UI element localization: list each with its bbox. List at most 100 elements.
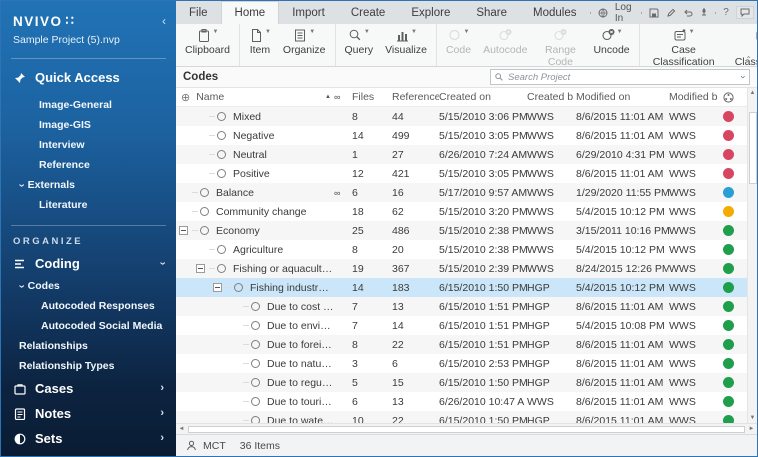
sidebar-item-coding[interactable]: Coding›: [1, 251, 176, 276]
sidebar-item-codes[interactable]: ›Codes: [1, 276, 176, 296]
chevron-right-icon[interactable]: ›: [160, 408, 164, 419]
sidebar-item-interview[interactable]: Interview: [1, 135, 176, 155]
tab-file[interactable]: File: [176, 1, 221, 24]
tab-import[interactable]: Import: [279, 1, 338, 24]
cell-modified-on: 8/6/2015 11:01 AM: [576, 396, 669, 408]
table-row[interactable]: Agriculture8205/15/2010 2:38 PMWWS5/4/20…: [176, 240, 747, 259]
column-header-reference[interactable]: Reference: [392, 91, 439, 103]
cell-color: [717, 263, 739, 274]
scroll-right-icon[interactable]: ►: [746, 424, 757, 434]
code-node-icon: [217, 150, 226, 159]
table-row[interactable]: Positive124215/15/2010 3:05 PMWWS8/6/201…: [176, 164, 747, 183]
cell-modified-by: WWS: [669, 282, 717, 294]
table-row[interactable]: Community change18625/15/2010 3:20 PMWWS…: [176, 202, 747, 221]
collapse-node-icon[interactable]: [179, 226, 192, 235]
sidebar-item-image-gis[interactable]: Image-GIS: [1, 115, 176, 135]
current-user: MCT: [186, 440, 226, 452]
tab-home[interactable]: Home: [221, 1, 280, 24]
column-header-name[interactable]: ⊕ Name ▲: [176, 91, 334, 104]
table-row[interactable]: Due to natural varia366/15/2010 2:53 PMH…: [176, 354, 747, 373]
table-row[interactable]: Due to tourism and6136/26/2010 10:47 AWW…: [176, 392, 747, 411]
sidebar-item-autocoded-social-media[interactable]: Autocoded Social Media: [1, 316, 176, 336]
edit-icon[interactable]: [666, 8, 676, 18]
scroll-down-icon[interactable]: ▼: [748, 413, 757, 423]
item-button[interactable]: ▼Item: [243, 26, 277, 56]
table-row[interactable]: Due to water qualit10226/15/2010 1:50 PM…: [176, 411, 747, 423]
table-row[interactable]: Mixed8445/15/2010 3:06 PMWWS8/6/2015 11:…: [176, 107, 747, 126]
search-dropdown-icon[interactable]: ›: [739, 76, 749, 79]
table-row[interactable]: Fishing or aquaculture193675/15/2010 2:3…: [176, 259, 747, 278]
tab-modules[interactable]: Modules: [520, 1, 589, 24]
globe-icon[interactable]: [598, 8, 608, 18]
quick-access-header[interactable]: Quick Access: [1, 59, 176, 93]
cell-color: [717, 320, 739, 331]
chevron-right-icon[interactable]: ›: [160, 433, 164, 444]
uncode-button[interactable]: ▼Uncode: [587, 26, 635, 56]
table-row[interactable]: Due to foreign com8226/15/2010 1:51 PMHG…: [176, 335, 747, 354]
table-row[interactable]: Fishing industry decline141836/15/2010 1…: [176, 278, 747, 297]
tab-create[interactable]: Create: [338, 1, 399, 24]
sidebar-collapse-icon[interactable]: ‹: [162, 16, 166, 26]
help-icon[interactable]: ?: [723, 8, 729, 18]
cell-color: [717, 168, 739, 179]
tab-share[interactable]: Share: [463, 1, 520, 24]
scroll-left-icon[interactable]: ◄: [176, 424, 187, 434]
search-input[interactable]: Search Project ›: [490, 69, 750, 85]
cell-created-on: 6/15/2010 1:51 PM: [439, 320, 527, 332]
organize-button[interactable]: ▼Organize: [277, 26, 332, 56]
sidebar-item-relationships[interactable]: Relationships: [1, 336, 176, 356]
notes-icon: [13, 408, 27, 420]
login-button[interactable]: Log In: [615, 2, 634, 24]
vertical-scrollbar[interactable]: ▲ ▼: [747, 88, 757, 423]
column-header-created-by[interactable]: Created b: [527, 91, 576, 103]
sidebar-item-literature[interactable]: Literature: [1, 195, 176, 215]
table-row[interactable]: Negative144995/15/2010 3:05 PMWWS8/6/201…: [176, 126, 747, 145]
table-row[interactable]: Due to regulations5156/15/2010 1:50 PMHG…: [176, 373, 747, 392]
cell-reference: 367: [392, 263, 439, 275]
cell-files: 6: [352, 396, 392, 408]
horizontal-scrollbar[interactable]: ◄ ►: [176, 423, 757, 434]
quick-pin-icon[interactable]: [700, 8, 708, 18]
table-row[interactable]: Balance∞6165/17/2010 9:57 AMWWS1/29/2020…: [176, 183, 747, 202]
vertical-scroll-thumb[interactable]: [749, 112, 757, 184]
table-row[interactable]: Due to cost of doin7136/15/2010 1:51 PMH…: [176, 297, 747, 316]
sidebar-item-cases[interactable]: Cases›: [1, 376, 176, 401]
collapse-node-icon[interactable]: [196, 264, 209, 273]
sidebar-item-label: Reference: [39, 159, 90, 171]
case-classification-button[interactable]: ▼Case Classification: [643, 26, 725, 68]
undo-icon[interactable]: [683, 8, 693, 18]
expand-all-icon[interactable]: ⊕: [181, 91, 190, 104]
sidebar-item-relationship-types[interactable]: Relationship Types: [1, 356, 176, 376]
cell-modified-on: 5/4/2015 10:12 PM: [576, 244, 669, 256]
sidebar-item-externals[interactable]: ›Externals: [1, 175, 176, 195]
rangecode-icon: [553, 27, 567, 44]
clipboard-button[interactable]: ▼Clipboard: [179, 26, 236, 56]
visualize-button[interactable]: ▼Visualize: [379, 26, 433, 56]
table-row[interactable]: Neutral1276/26/2010 7:24 AMWWS6/29/2010 …: [176, 145, 747, 164]
row-name-label: Neutral: [233, 149, 267, 161]
table-row[interactable]: Economy254865/15/2010 2:38 PMWWS3/15/201…: [176, 221, 747, 240]
horizontal-scroll-thumb[interactable]: [188, 426, 745, 433]
tab-explore[interactable]: Explore: [398, 1, 463, 24]
column-header-files[interactable]: Files: [352, 91, 392, 103]
table-row[interactable]: Due to environmen7146/15/2010 1:51 PMHGP…: [176, 316, 747, 335]
column-header-created-on[interactable]: Created on: [439, 91, 527, 103]
sidebar-item-autocoded-responses[interactable]: Autocoded Responses: [1, 296, 176, 316]
column-header-modified-on[interactable]: Modified on: [576, 91, 669, 103]
file-classification-button[interactable]: ▼File Classification: [725, 26, 758, 68]
column-header-modified-by[interactable]: Modified b: [669, 91, 717, 103]
save-icon[interactable]: [649, 8, 659, 18]
column-header-color[interactable]: [717, 92, 739, 103]
scroll-up-icon[interactable]: ▲: [748, 88, 757, 98]
sidebar-item-notes[interactable]: Notes›: [1, 401, 176, 426]
sidebar-item-reference[interactable]: Reference: [1, 155, 176, 175]
column-header-link[interactable]: ∞: [334, 91, 352, 103]
feedback-icon[interactable]: [736, 6, 754, 19]
query-button[interactable]: ▼Query: [339, 26, 380, 56]
sidebar-item-image-general[interactable]: Image-General: [1, 95, 176, 115]
chevron-right-icon[interactable]: ›: [160, 383, 164, 394]
sidebar-item-sets[interactable]: Sets›: [1, 426, 176, 451]
collapse-node-icon[interactable]: [213, 283, 226, 292]
chevron-down-icon[interactable]: ›: [157, 262, 168, 266]
ribbon-collapse-icon[interactable]: ⌃: [745, 55, 752, 64]
